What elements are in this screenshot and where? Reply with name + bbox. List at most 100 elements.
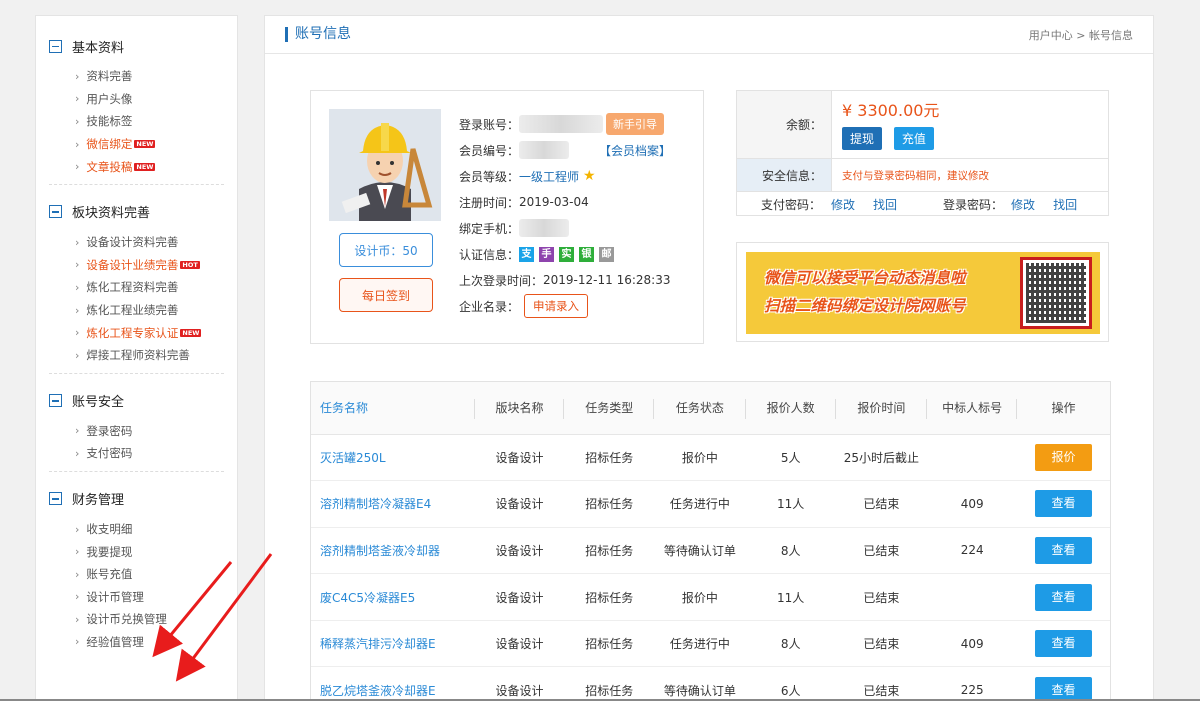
collapse-icon[interactable] [49, 39, 62, 53]
sidebar-item[interactable]: › 支付密码 [75, 442, 224, 465]
sidebar-item[interactable]: › 炼化工程资料完善 [75, 276, 224, 299]
collapse-icon[interactable] [49, 492, 62, 506]
sidebar-item-label: 收支明细 [86, 522, 133, 537]
column-header: 任务状态 [654, 382, 746, 435]
sidebar-item[interactable]: › 我要提现 [75, 540, 224, 563]
chevron-right-icon: › [75, 160, 80, 174]
sidebar-item[interactable]: › 微信绑定 NEW [75, 133, 224, 156]
star-icon: ★ [583, 168, 596, 184]
sidebar-section-header[interactable]: 板块资料完善 [49, 197, 224, 227]
task-type: 招标任务 [564, 620, 655, 668]
task-name-link[interactable]: 废C4C5冷凝器E5 [311, 573, 475, 621]
pay-pwd-modify[interactable]: 修改 [831, 196, 855, 213]
apply-button[interactable]: 申请录入 [524, 294, 589, 318]
column-header: 报价时间 [835, 382, 928, 435]
cert-badge[interactable]: 银 [579, 247, 595, 262]
column-header: 报价人数 [745, 382, 836, 435]
cert-badge[interactable]: 手 [539, 247, 555, 262]
badge-new: NEW [134, 162, 156, 171]
task-table: 任务名称 版块名称 任务类型 任务状态 报价人数 报价时间 中标人标号 操作 灭活罐250L 设… [310, 381, 1111, 700]
breadcrumb[interactable]: 用户中心 > 帐号信息 [1029, 27, 1133, 43]
sidebar-item[interactable]: › 设备设计业绩完善 HOT [75, 254, 224, 277]
sidebar-section-title: 基本资料 [72, 40, 125, 56]
column-header: 任务类型 [564, 382, 655, 435]
recharge-button[interactable]: 充值 [893, 127, 934, 150]
task-section: 设备设计 [474, 666, 565, 700]
sidebar-section-header[interactable]: 基本资料 [49, 31, 224, 61]
page-title: 账号信息 [285, 27, 351, 42]
task-count: 5人 [745, 434, 836, 482]
view-button[interactable]: 查看 [1035, 630, 1093, 658]
sidebar-item[interactable]: › 设备设计资料完善 [75, 231, 224, 254]
task-section: 设备设计 [474, 527, 565, 575]
sidebar-item[interactable]: › 炼化工程专家认证 NEW [75, 321, 224, 344]
collapse-icon[interactable] [49, 205, 62, 219]
reg-row: 注册时间： 2019-03-04 [459, 195, 589, 210]
sidebar-item[interactable]: › 设计币管理 [75, 586, 224, 609]
sidebar-section-header[interactable]: 财务管理 [49, 484, 224, 514]
cert-badge[interactable]: 邮 [599, 247, 615, 262]
withdraw-button[interactable]: 提现 [842, 127, 883, 150]
sidebar-item-label: 支付密码 [86, 446, 133, 461]
guide-button[interactable]: 新手引导 [606, 113, 665, 135]
task-section: 设备设计 [474, 573, 565, 621]
task-time: 已结束 [835, 480, 928, 528]
chevron-right-icon: › [75, 567, 80, 581]
sidebar-item[interactable]: › 账号充值 [75, 563, 224, 586]
cert-badge[interactable]: 支 [519, 247, 535, 262]
view-button[interactable]: 查看 [1035, 490, 1093, 518]
pay-pwd-retrieve[interactable]: 找回 [873, 196, 897, 213]
task-status: 报价中 [654, 573, 746, 621]
task-status: 任务进行中 [654, 480, 746, 528]
task-type: 招标任务 [564, 527, 655, 575]
profile-info: 登录账号： 新手引导 会员编号： 【会员档案】 会员等级： 一级工程师 ★ 注册… [459, 111, 699, 319]
sidebar-item[interactable]: › 设计币兑换管理 [75, 608, 224, 631]
security-label: 安全信息： [737, 159, 832, 191]
sidebar-section-header[interactable]: 账号安全 [49, 386, 224, 416]
login-pwd-retrieve[interactable]: 找回 [1053, 196, 1077, 213]
task-bidder: 224 [927, 527, 1018, 575]
column-header: 版块名称 [474, 382, 565, 435]
task-time: 已结束 [835, 573, 928, 621]
table-row: 稀释蒸汽排污冷却器E 设备设计 招标任务 任务进行中 8人 已结束 409 查看 [311, 620, 1110, 668]
balance-amount: ¥ 3300.00元 [842, 101, 940, 120]
task-name-link[interactable]: 溶剂精制塔冷凝器E4 [311, 480, 475, 528]
design-coin-button[interactable]: 设计币：50 [339, 233, 433, 267]
sidebar-item[interactable]: › 资料完善 [75, 65, 224, 88]
view-button[interactable]: 查看 [1035, 536, 1093, 564]
sidebar-item[interactable]: › 收支明细 [75, 518, 224, 541]
collapse-icon[interactable] [49, 394, 62, 408]
task-name-link[interactable]: 溶剂精制塔釜液冷却器 [311, 527, 475, 575]
login-pwd-modify[interactable]: 修改 [1011, 196, 1035, 213]
sidebar-item[interactable]: › 登录密码 [75, 420, 224, 443]
task-name-link[interactable]: 脱乙烷塔釜液冷却器E [311, 666, 475, 700]
sidebar-item[interactable]: › 用户头像 [75, 88, 224, 111]
sidebar-item[interactable]: › 文章投稿 NEW [75, 155, 224, 178]
masked-member-no [519, 141, 570, 159]
column-header: 操作 [1017, 382, 1110, 435]
sidebar-item[interactable]: › 炼化工程业绩完善 [75, 299, 224, 322]
sidebar-item-label: 微信绑定 [86, 137, 133, 152]
pay-pwd-label: 支付密码： [760, 197, 821, 212]
table-row: 溶剂精制塔釜液冷却器 设备设计 招标任务 等待确认订单 8人 已结束 224 查看 [311, 527, 1110, 575]
avatar[interactable] [329, 109, 441, 221]
chevron-right-icon: › [75, 303, 80, 317]
quote-button[interactable]: 报价 [1035, 443, 1093, 471]
view-button[interactable]: 查看 [1035, 676, 1093, 700]
sidebar-item-label: 我要提现 [86, 544, 133, 559]
level-value[interactable]: 一级工程师 [519, 168, 579, 185]
sidebar-item[interactable]: › 经验值管理 [75, 631, 224, 654]
wechat-banner[interactable]: 微信可以接受平台动态消息啦 扫描二维码绑定设计院网账号 [736, 242, 1109, 342]
task-name-link[interactable]: 灭活罐250L [311, 434, 475, 482]
sidebar-item[interactable]: › 技能标签 [75, 110, 224, 133]
daily-checkin-button[interactable]: 每日签到 [339, 278, 433, 312]
task-bidder [927, 573, 1018, 621]
sidebar-item-label: 炼化工程专家认证 [86, 325, 179, 340]
sidebar-item[interactable]: › 焊接工程师资料完善 [75, 344, 224, 367]
chevron-right-icon: › [75, 590, 80, 604]
login-account-row: 登录账号： 新手引导 [459, 111, 699, 137]
cert-badge[interactable]: 实 [559, 247, 575, 262]
task-name-link[interactable]: 稀释蒸汽排污冷却器E [311, 620, 475, 668]
member-file-link[interactable]: 【会员档案】 [599, 142, 671, 159]
view-button[interactable]: 查看 [1035, 583, 1093, 611]
